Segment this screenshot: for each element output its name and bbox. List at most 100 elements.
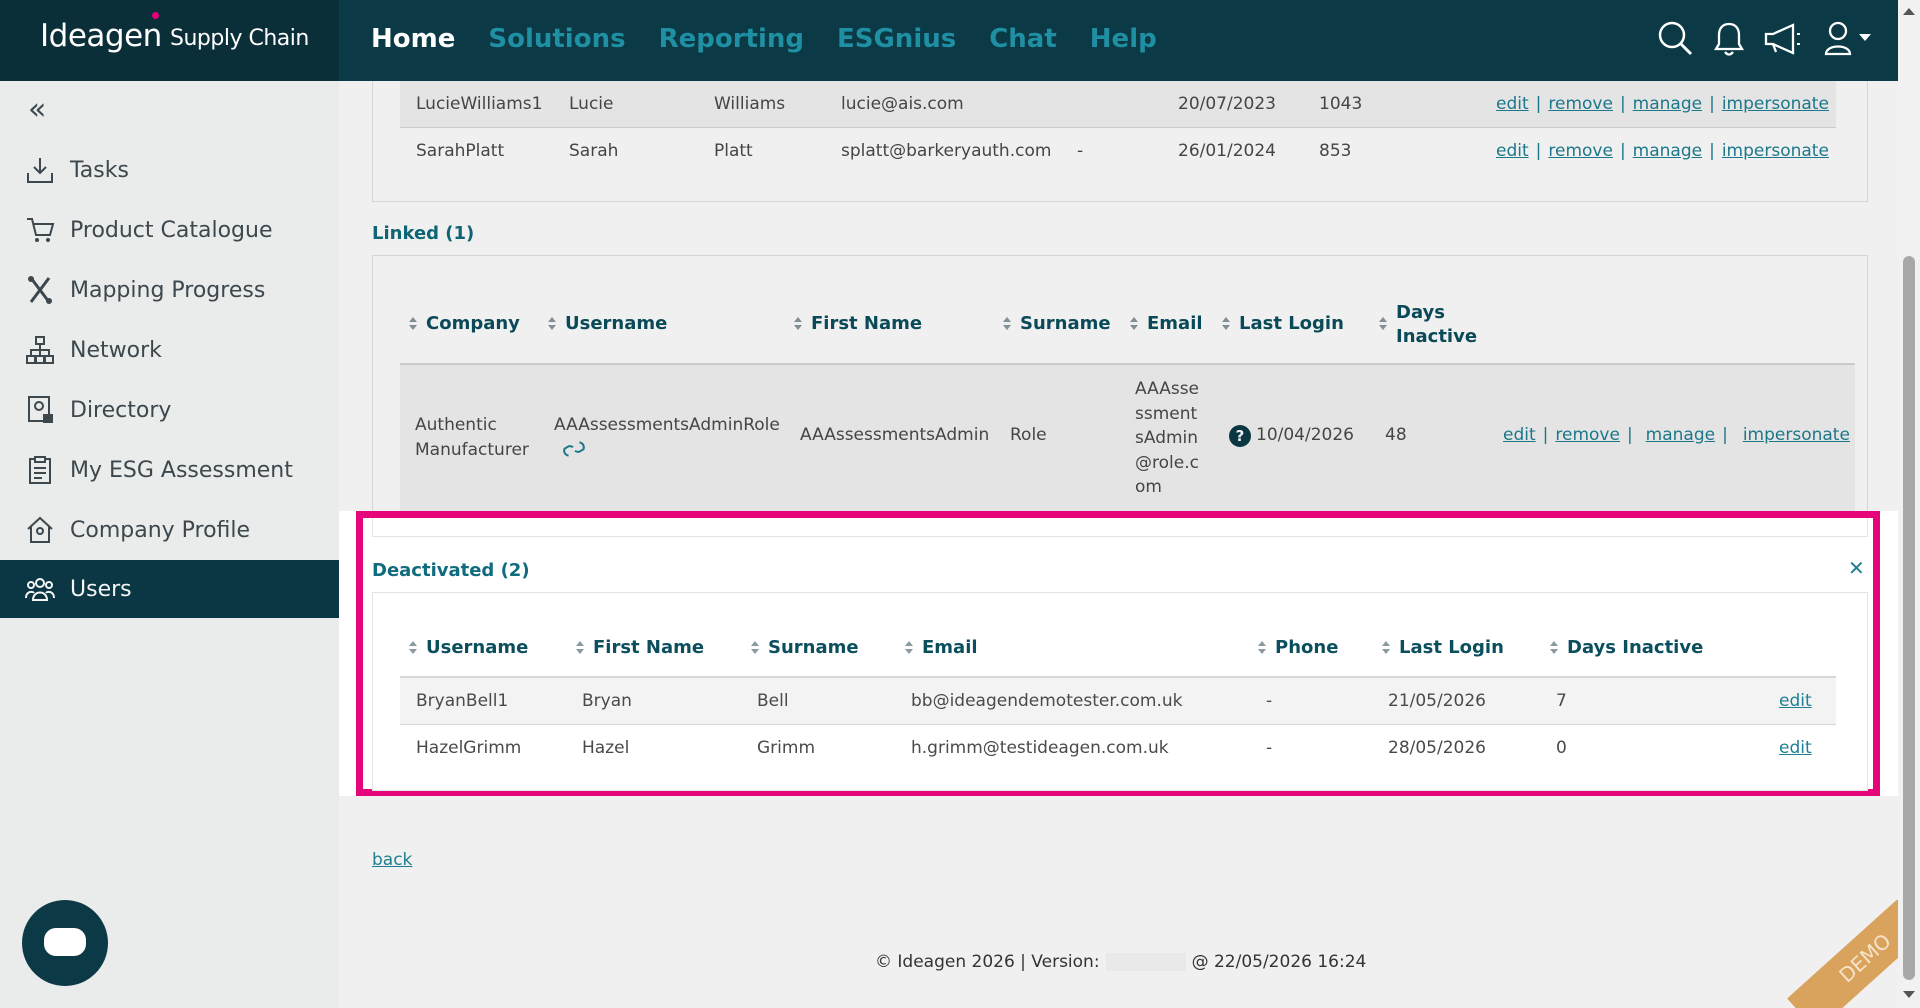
column-header-surname[interactable]: Surname <box>751 637 859 658</box>
cell-days-inactive: 853 <box>1319 141 1352 161</box>
search-icon[interactable] <box>1657 20 1695 58</box>
sidebar-item-product-catalogue[interactable]: Product Catalogue <box>0 201 339 259</box>
sort-icon <box>1382 641 1391 655</box>
collapse-sidebar-icon[interactable]: « <box>28 95 46 125</box>
user-icon[interactable] <box>1823 20 1875 58</box>
sidebar-item-label: Product Catalogue <box>70 217 273 243</box>
column-header-first-name[interactable]: First Name <box>576 637 704 658</box>
column-header-username[interactable]: Username <box>548 313 667 334</box>
impersonate-link[interactable]: impersonate <box>1722 141 1829 161</box>
cell-username: AAAssessmentsAdminRole <box>554 415 780 435</box>
sidebar-item-network[interactable]: Network <box>0 321 339 379</box>
sort-icon <box>548 317 557 331</box>
table-row: BryanBell1 Bryan Bell bb@ideagendemotest… <box>400 678 1836 725</box>
users-icon <box>25 578 55 601</box>
cart-icon <box>27 218 55 242</box>
demo-ribbon-container: DEMO <box>1760 900 1898 1008</box>
sidebar-item-mapping-progress[interactable]: Mapping Progress <box>0 261 339 319</box>
cell-surname: Grimm <box>757 738 816 758</box>
table-row: LucieWilliams1 Lucie Williams lucie@ais.… <box>400 81 1836 128</box>
close-icon[interactable]: ✕ <box>1848 556 1865 580</box>
cell-last-login: 28/05/2026 <box>1388 738 1486 758</box>
nav-esgnius[interactable]: ESGnius <box>837 24 956 54</box>
logo[interactable]: Ideagen Supply Chain <box>0 0 339 81</box>
logo-accent-dot <box>152 12 159 19</box>
sidebar-item-label: My ESG Assessment <box>70 457 293 483</box>
sidebar-item-label: Network <box>70 337 162 363</box>
sort-icon <box>576 641 585 655</box>
cell-phone: - <box>1077 141 1084 161</box>
sort-icon <box>905 641 914 655</box>
edit-link[interactable]: edit <box>1503 425 1536 445</box>
impersonate-link[interactable]: impersonate <box>1722 94 1829 114</box>
cell-company: Authentic Manufacturer <box>415 415 529 460</box>
sidebar-item-directory[interactable]: Directory <box>0 381 339 439</box>
nav-home[interactable]: Home <box>371 24 455 54</box>
help-icon[interactable]: ? <box>1229 425 1251 447</box>
remove-link[interactable]: remove <box>1548 94 1613 114</box>
cell-first-name: Sarah <box>569 141 619 161</box>
manage-link[interactable]: manage <box>1633 141 1702 161</box>
cell-last-login: 20/07/2023 <box>1178 94 1276 114</box>
column-header-phone[interactable]: Phone <box>1258 637 1338 658</box>
main-nav: Home Solutions Reporting ESGnius Chat He… <box>371 24 1157 54</box>
cell-days-inactive: 48 <box>1385 425 1407 445</box>
manage-link[interactable]: manage <box>1633 94 1702 114</box>
remove-link[interactable]: remove <box>1548 141 1613 161</box>
cell-username: LucieWilliams1 <box>416 94 543 114</box>
megaphone-icon[interactable] <box>1763 22 1803 56</box>
cell-last-login: 10/04/2026 <box>1256 425 1354 445</box>
download-tray-icon <box>27 158 53 183</box>
sort-icon <box>1550 641 1559 655</box>
sidebar-item-label: Company Profile <box>70 517 251 543</box>
nav-reporting[interactable]: Reporting <box>659 24 804 54</box>
cell-email: bb@ideagendemotester.com.uk <box>911 691 1183 711</box>
nav-solutions[interactable]: Solutions <box>488 24 625 54</box>
sidebar-item-my-esg-assessment[interactable]: My ESG Assessment <box>0 441 339 499</box>
column-header-first-name[interactable]: First Name <box>794 313 922 334</box>
impersonate-link[interactable]: impersonate <box>1743 425 1850 445</box>
column-header-last-login[interactable]: Last Login <box>1222 313 1344 334</box>
cell-email: AAAsse ssment sAdmin @role.c om <box>1135 379 1200 497</box>
back-link[interactable]: back <box>372 850 412 870</box>
directory-icon <box>28 396 53 423</box>
clipboard-icon <box>29 456 51 484</box>
column-header-days-inactive[interactable]: Days Inactive <box>1550 637 1703 658</box>
logo-main-text: Ideagen <box>40 18 162 54</box>
scroll-up-icon[interactable] <box>1903 8 1915 15</box>
column-header-company[interactable]: Company <box>409 313 520 334</box>
cell-first-name: Bryan <box>582 691 632 711</box>
sidebar-item-tasks[interactable]: Tasks <box>0 141 339 199</box>
house-icon <box>27 516 53 543</box>
cell-first-name: Hazel <box>582 738 630 758</box>
sort-icon <box>409 317 418 331</box>
remove-link[interactable]: remove <box>1555 425 1620 445</box>
sidebar-item-users[interactable]: Users <box>0 560 339 618</box>
column-header-last-login[interactable]: Last Login <box>1382 637 1504 658</box>
column-header-email[interactable]: Email <box>1130 313 1203 334</box>
sidebar-item-company-profile[interactable]: Company Profile <box>0 501 339 559</box>
edit-link[interactable]: edit <box>1779 678 1812 725</box>
network-icon <box>26 336 54 364</box>
deactivated-section-title: Deactivated (2) <box>372 560 530 581</box>
redacted-version <box>1105 953 1186 971</box>
logo-sub-text: Supply Chain <box>170 26 309 51</box>
cell-days-inactive: 1043 <box>1319 94 1363 114</box>
column-header-email[interactable]: Email <box>905 637 978 658</box>
cell-surname: Bell <box>757 691 789 711</box>
column-header-username[interactable]: Username <box>409 637 528 658</box>
cell-surname: Platt <box>714 141 753 161</box>
edit-link[interactable]: edit <box>1779 725 1812 772</box>
nav-chat[interactable]: Chat <box>989 24 1057 54</box>
scroll-down-icon[interactable] <box>1903 991 1915 998</box>
edit-link[interactable]: edit <box>1496 94 1529 114</box>
manage-link[interactable]: manage <box>1646 425 1715 445</box>
bell-icon[interactable] <box>1713 20 1745 58</box>
column-header-surname[interactable]: Surname <box>1003 313 1111 334</box>
top-navigation-bar: Ideagen Supply Chain Home Solutions Repo… <box>0 0 1898 81</box>
cell-email: lucie@ais.com <box>841 94 964 114</box>
nav-help[interactable]: Help <box>1090 24 1157 54</box>
table-row: HazelGrimm Hazel Grimm h.grimm@testideag… <box>400 725 1836 772</box>
edit-link[interactable]: edit <box>1496 141 1529 161</box>
scrollbar-thumb[interactable] <box>1903 256 1915 980</box>
